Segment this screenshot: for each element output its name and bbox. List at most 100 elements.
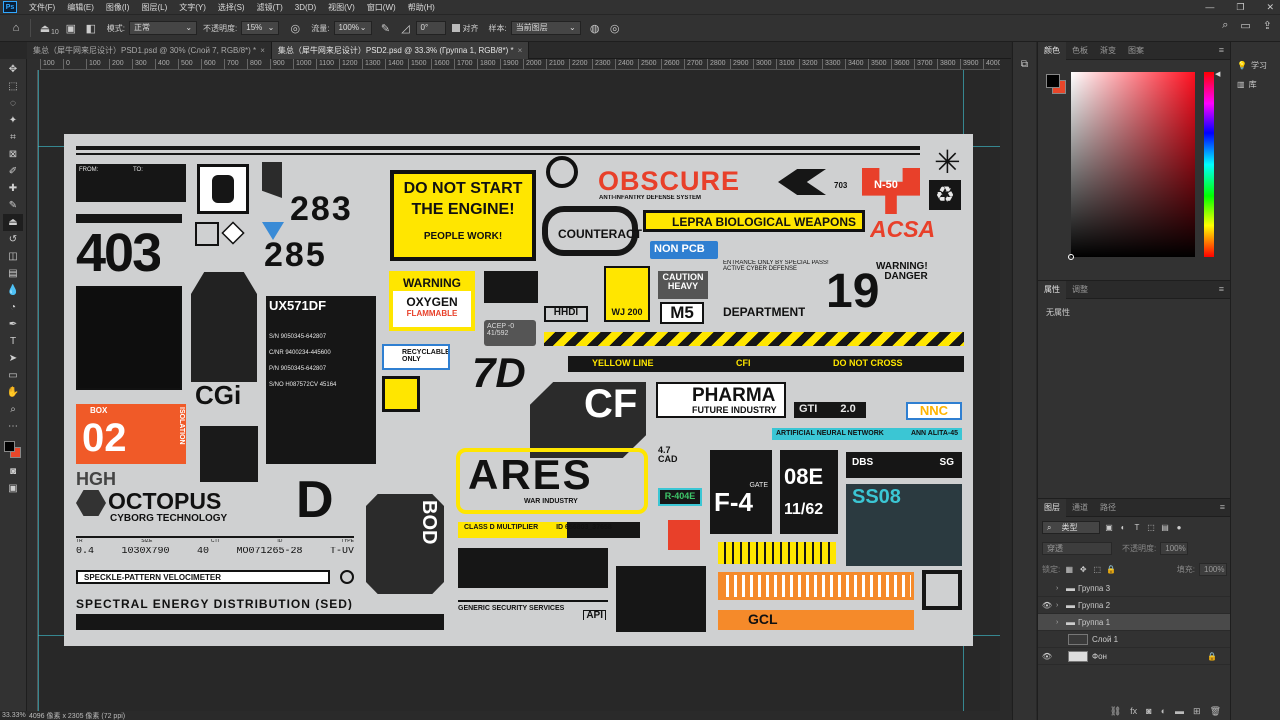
align-checkbox[interactable] [451, 24, 460, 32]
menu-help[interactable]: 帮助(H) [402, 0, 441, 15]
eraser-tool-icon[interactable]: ◫ [3, 248, 23, 265]
type-tool-icon[interactable]: T [3, 333, 23, 350]
vertical-scrollbar[interactable] [1000, 59, 1011, 711]
adjustment-icon[interactable]: ◐ [1161, 706, 1166, 716]
eyedropper-tool-icon[interactable]: ✐ [3, 163, 23, 180]
brush-panel-icon[interactable]: ▣ [61, 18, 81, 38]
history-panel-icon[interactable]: ⧉ [1015, 56, 1035, 73]
clone-stamp-tool-icon[interactable]: ⏏ [3, 214, 23, 231]
minimize-button[interactable]: — [1205, 0, 1214, 14]
menu-type[interactable]: 文字(Y) [173, 0, 212, 15]
mask-icon[interactable]: ◙ [1146, 706, 1151, 716]
filter-type-icon[interactable]: T [1132, 523, 1142, 532]
filter-adjustment-icon[interactable]: ◐ [1118, 523, 1128, 532]
new-layer-icon[interactable]: ⊞ [1193, 706, 1201, 717]
angle-input[interactable]: 0° [415, 21, 446, 35]
flow-input[interactable]: 100% ⌄ [333, 21, 372, 35]
link-icon[interactable]: ⛓ [1110, 706, 1121, 717]
pen-tool-icon[interactable]: ✒ [3, 316, 23, 333]
history-brush-tool-icon[interactable]: ↺ [3, 231, 23, 248]
lock-artboard-icon[interactable]: ⬚ [1092, 565, 1102, 574]
lock-all-icon[interactable]: 🔒 [1106, 565, 1116, 574]
lock-pixels-icon[interactable]: ▦ [1064, 565, 1074, 574]
workspace-icon[interactable]: ▭ [1240, 19, 1250, 32]
menu-window[interactable]: 窗口(W) [361, 0, 402, 15]
gradient-tool-icon[interactable]: ▤ [3, 265, 23, 282]
ignore-adjustment-icon[interactable]: ◍ [585, 18, 605, 38]
foreground-color-swatch[interactable] [4, 441, 15, 452]
clone-source-icon[interactable]: ◧ [81, 18, 101, 38]
search-icon[interactable]: ⌕ [1222, 19, 1228, 32]
zoom-level[interactable]: 33.33% [2, 712, 28, 719]
menu-file[interactable]: 文件(F) [23, 0, 61, 15]
learn-panel-button[interactable]: 💡 学习 [1231, 56, 1280, 75]
document-canvas[interactable]: FROM: TO: 403 283 285 DO NOT START THE E… [64, 134, 973, 646]
chevron-right-icon[interactable]: › [1056, 619, 1066, 626]
more-tools-icon[interactable]: ⋯ [3, 418, 23, 435]
tab-color[interactable]: 颜色 [1038, 41, 1066, 60]
layer-row[interactable]: 👁 Фон 🔒 [1038, 648, 1231, 665]
new-group-icon[interactable]: ▬ [1175, 706, 1184, 716]
chevron-right-icon[interactable]: › [1056, 585, 1066, 592]
tab-swatches[interactable]: 色板 [1066, 42, 1094, 60]
dodge-tool-icon[interactable]: ◔ [3, 299, 23, 316]
close-icon[interactable]: × [260, 46, 265, 55]
sample-select[interactable]: 当前图层 ⌄ [510, 21, 581, 35]
menu-view[interactable]: 视图(V) [322, 0, 361, 15]
tab-layers[interactable]: 图层 [1038, 498, 1066, 517]
lock-position-icon[interactable]: ✥ [1078, 565, 1088, 574]
panel-menu-icon[interactable]: ≡ [1220, 502, 1225, 512]
color-swatches[interactable] [2, 439, 24, 463]
layer-row[interactable]: Слой 1 [1038, 631, 1231, 648]
zoom-tool-icon[interactable]: ⌕ [3, 401, 23, 418]
tab-channels[interactable]: 通道 [1066, 499, 1094, 517]
marquee-tool-icon[interactable]: ⬚ [3, 78, 23, 95]
lasso-tool-icon[interactable]: ◌ [3, 95, 23, 112]
canvas-area[interactable]: FROM: TO: 403 283 285 DO NOT START THE E… [38, 70, 1000, 711]
share-icon[interactable]: ⇪ [1263, 19, 1272, 32]
blend-mode-select[interactable]: 穿透 [1042, 542, 1112, 555]
panel-menu-icon[interactable]: ≡ [1219, 284, 1224, 294]
path-selection-tool-icon[interactable]: ➤ [3, 350, 23, 367]
opacity-input[interactable]: 15% ⌄ [241, 21, 280, 35]
frame-tool-icon[interactable]: ⊠ [3, 146, 23, 163]
quick-select-tool-icon[interactable]: ✦ [3, 112, 23, 129]
panel-menu-icon[interactable]: ≡ [1219, 45, 1224, 55]
screen-mode-icon[interactable]: ▣ [3, 480, 23, 497]
menu-edit[interactable]: 编辑(E) [61, 0, 100, 15]
filter-pixel-icon[interactable]: ▣ [1104, 523, 1114, 532]
filter-smartobject-icon[interactable]: ▤ [1160, 523, 1170, 532]
hand-tool-icon[interactable]: ✋ [3, 384, 23, 401]
hue-slider[interactable] [1204, 72, 1214, 257]
menu-image[interactable]: 图像(I) [100, 0, 136, 15]
airbrush-icon[interactable]: ✎ [376, 18, 396, 38]
tab-properties[interactable]: 属性 [1038, 280, 1066, 299]
tab-paths[interactable]: 路径 [1094, 499, 1122, 517]
rectangle-tool-icon[interactable]: ▭ [3, 367, 23, 384]
tab-document-1[interactable]: 集总（犀牛网来尼设计）PSD1.psd @ 30% (Слой 7, RGB/8… [27, 42, 272, 59]
close-window-button[interactable]: ✕ [1266, 0, 1274, 14]
mode-select[interactable]: 正常 ⌄ [129, 21, 198, 35]
filter-shape-icon[interactable]: ⬚ [1146, 523, 1156, 532]
close-icon[interactable]: × [518, 46, 523, 55]
layer-fill-input[interactable]: 100% [1199, 563, 1227, 576]
eye-icon[interactable]: 👁 [1038, 601, 1056, 610]
layer-row[interactable]: › ▬ Группа 3 [1038, 580, 1231, 597]
foreground-color-swatch[interactable] [1046, 74, 1060, 88]
home-icon[interactable]: ⌂ [6, 18, 26, 38]
restore-button[interactable]: ❐ [1236, 0, 1244, 14]
menu-filter[interactable]: 滤镜(T) [251, 0, 289, 15]
blur-tool-icon[interactable]: 💧 [3, 282, 23, 299]
pressure-size-icon[interactable]: ◎ [605, 18, 625, 38]
layer-filter-select[interactable]: ⌕ 类型 [1042, 521, 1100, 534]
tab-document-2[interactable]: 集总（犀牛网来尼设计）PSD2.psd @ 33.3% (Группа 1, R… [271, 42, 530, 59]
pressure-opacity-icon[interactable]: ◎ [285, 18, 305, 38]
libraries-panel-button[interactable]: ▥ 库 [1231, 75, 1280, 94]
menu-3d[interactable]: 3D(D) [289, 0, 322, 15]
eye-icon[interactable]: 👁 [1038, 652, 1056, 661]
fx-icon[interactable]: fx [1130, 706, 1137, 716]
brush-tool-icon[interactable]: ✎ [3, 197, 23, 214]
hue-arrow-icon[interactable]: ◀ [1215, 70, 1220, 78]
menu-layer[interactable]: 图层(L) [135, 0, 173, 15]
quick-mask-icon[interactable]: ◙ [3, 463, 23, 480]
